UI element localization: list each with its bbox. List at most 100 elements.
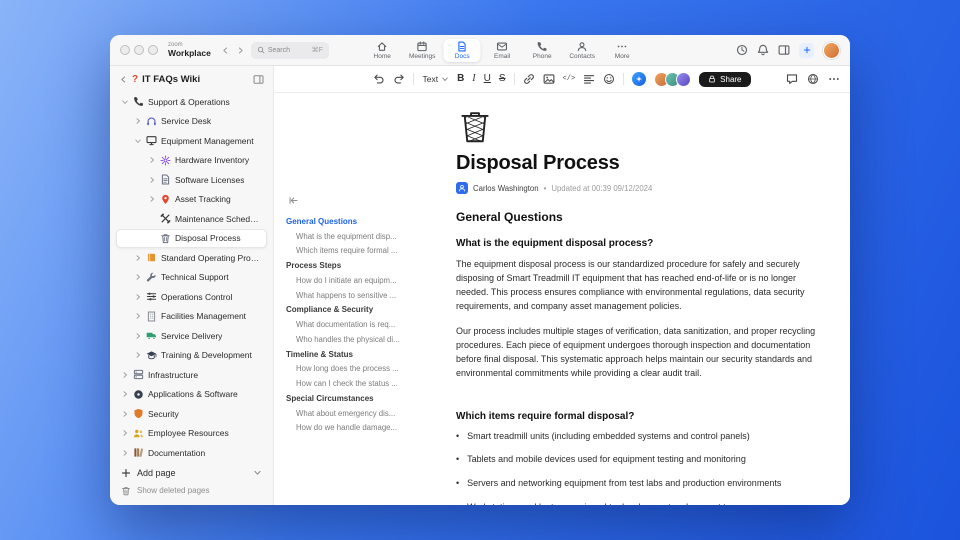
sidebar-item[interactable]: Hardware Inventory	[116, 151, 267, 171]
profile-avatar[interactable]	[823, 41, 840, 59]
toc-section[interactable]: Timeline & Status	[286, 347, 438, 362]
notifications-bell-icon[interactable]	[757, 44, 769, 56]
history-icon[interactable]	[736, 44, 748, 56]
redo-icon[interactable]	[393, 73, 405, 85]
tab-home[interactable]: Home	[364, 39, 401, 62]
wrench-icon	[146, 272, 156, 282]
sidebar-item[interactable]: Maintenance Schedules	[116, 209, 267, 229]
toc-item[interactable]: How can I check the status ...	[286, 376, 438, 391]
toc-item[interactable]: What documentation is req...	[286, 317, 438, 332]
undo-icon[interactable]	[373, 73, 385, 85]
tab-docs[interactable]: Docs	[443, 38, 481, 62]
share-button[interactable]: Share	[699, 71, 751, 87]
collapse-toc-icon[interactable]	[288, 195, 299, 206]
chevron-down-icon[interactable]	[121, 98, 129, 106]
sidebar-item[interactable]: Technical Support	[116, 268, 267, 288]
sidebar-item[interactable]: Documentation	[116, 443, 267, 459]
chevron-right-icon[interactable]	[148, 195, 156, 203]
text-style-dropdown[interactable]: Text	[422, 74, 449, 84]
tab-phone[interactable]: Phone	[524, 39, 561, 62]
italic-button[interactable]: I	[472, 74, 475, 84]
toc-section[interactable]: Compliance & Security	[286, 302, 438, 317]
more-options-icon[interactable]	[828, 73, 840, 85]
chevron-right-icon[interactable]	[148, 156, 156, 164]
sidebar-item[interactable]: Disposal Process	[116, 228, 267, 248]
toc-item[interactable]: What happens to sensitive ...	[286, 288, 438, 303]
chevron-right-icon[interactable]	[134, 351, 142, 359]
bold-button[interactable]: B	[457, 74, 464, 84]
disc-icon	[134, 389, 143, 399]
tab-email[interactable]: Email	[484, 39, 521, 62]
toc-section[interactable]: Process Steps	[286, 258, 438, 273]
toc-section[interactable]: Special Circumstances	[286, 391, 438, 406]
sidebar-item[interactable]: Facilities Management	[116, 307, 267, 327]
collaborator-avatar[interactable]	[676, 71, 692, 87]
toc-section[interactable]: General Questions	[286, 214, 438, 229]
chevron-right-icon[interactable]	[121, 390, 129, 398]
chevron-down-icon[interactable]	[134, 137, 142, 145]
emoji-icon[interactable]	[603, 73, 615, 85]
sidebar-item-label: Applications & Software	[148, 389, 238, 400]
chevron-right-icon[interactable]	[134, 312, 142, 320]
sidebar-item[interactable]: Infrastructure	[116, 365, 267, 385]
tab-meetings[interactable]: Meetings	[404, 39, 441, 62]
chevron-right-icon[interactable]	[134, 293, 142, 301]
ai-companion-button[interactable]	[632, 72, 647, 86]
phone-icon	[537, 41, 547, 51]
sidebar-item[interactable]: Asset Tracking	[116, 190, 267, 210]
maximize-button[interactable]	[148, 45, 158, 55]
add-page-button[interactable]: Add page	[121, 463, 262, 482]
sidebar-item[interactable]: Equipment Management	[116, 131, 267, 151]
toc-item[interactable]: How long does the process ...	[286, 362, 438, 377]
chevron-right-icon[interactable]	[134, 117, 142, 125]
chevron-right-icon[interactable]	[121, 410, 129, 418]
strikethrough-button[interactable]: S	[499, 74, 506, 84]
globe-icon[interactable]	[807, 73, 819, 85]
nav-back-icon[interactable]	[221, 46, 230, 55]
chevron-right-icon[interactable]	[121, 449, 129, 457]
sidebar-item[interactable]: Employee Resources	[116, 424, 267, 444]
chevron-right-icon[interactable]	[121, 371, 129, 379]
collapse-sidebar-icon[interactable]	[253, 74, 264, 85]
sidebar-item[interactable]: Standard Operating Procedures	[116, 248, 267, 268]
sidebar-item[interactable]: Operations Control	[116, 287, 267, 307]
sidebar-item[interactable]: Service Delivery	[116, 326, 267, 346]
toc-item[interactable]: How do I initiate an equipm...	[286, 273, 438, 288]
show-deleted-pages-button[interactable]: Show deleted pages	[121, 482, 262, 499]
link-icon[interactable]	[523, 73, 535, 85]
side-panel-icon[interactable]	[778, 44, 790, 56]
toc-item[interactable]: What about emergency dis...	[286, 406, 438, 421]
tab-more[interactable]: More	[604, 39, 641, 62]
chevron-right-icon[interactable]	[121, 429, 129, 437]
sidebar-item[interactable]: Support & Operations	[116, 92, 267, 112]
back-icon[interactable]	[119, 75, 128, 84]
underline-button[interactable]: U	[484, 74, 491, 84]
toc-item[interactable]: How do we handle damage...	[286, 420, 438, 435]
tab-label: Home	[373, 52, 391, 60]
sidebar-item[interactable]: Applications & Software	[116, 385, 267, 405]
tab-label: More	[614, 52, 630, 60]
new-item-button[interactable]	[799, 42, 814, 58]
align-icon[interactable]	[583, 73, 595, 85]
comments-icon[interactable]	[786, 73, 798, 85]
global-search[interactable]: Search ⌘F	[250, 41, 329, 59]
toc-item[interactable]: Which items require formal ...	[286, 244, 438, 259]
tab-contacts[interactable]: Contacts	[564, 39, 601, 62]
sidebar-item[interactable]: Software Licenses	[116, 170, 267, 190]
chevron-right-icon[interactable]	[134, 254, 142, 262]
code-button[interactable]: </>	[563, 75, 576, 83]
nav-forward-icon[interactable]	[236, 46, 245, 55]
sidebar-item[interactable]: Security	[116, 404, 267, 424]
chevron-right-icon[interactable]	[134, 273, 142, 281]
toc-item[interactable]: What is the equipment disp...	[286, 229, 438, 244]
sidebar-item[interactable]: Service Desk	[116, 112, 267, 132]
close-button[interactable]	[120, 45, 130, 55]
minimize-button[interactable]	[134, 45, 144, 55]
toc-item[interactable]: Who handles the physical di...	[286, 332, 438, 347]
chevron-right-icon[interactable]	[134, 332, 142, 340]
sidebar-item[interactable]: Training & Development	[116, 346, 267, 366]
chevron-right-icon[interactable]	[148, 176, 156, 184]
search-shortcut: ⌘F	[311, 47, 323, 54]
image-icon[interactable]	[543, 73, 555, 85]
document-body[interactable]: Disposal Process Carlos Washington • Upd…	[438, 93, 850, 505]
